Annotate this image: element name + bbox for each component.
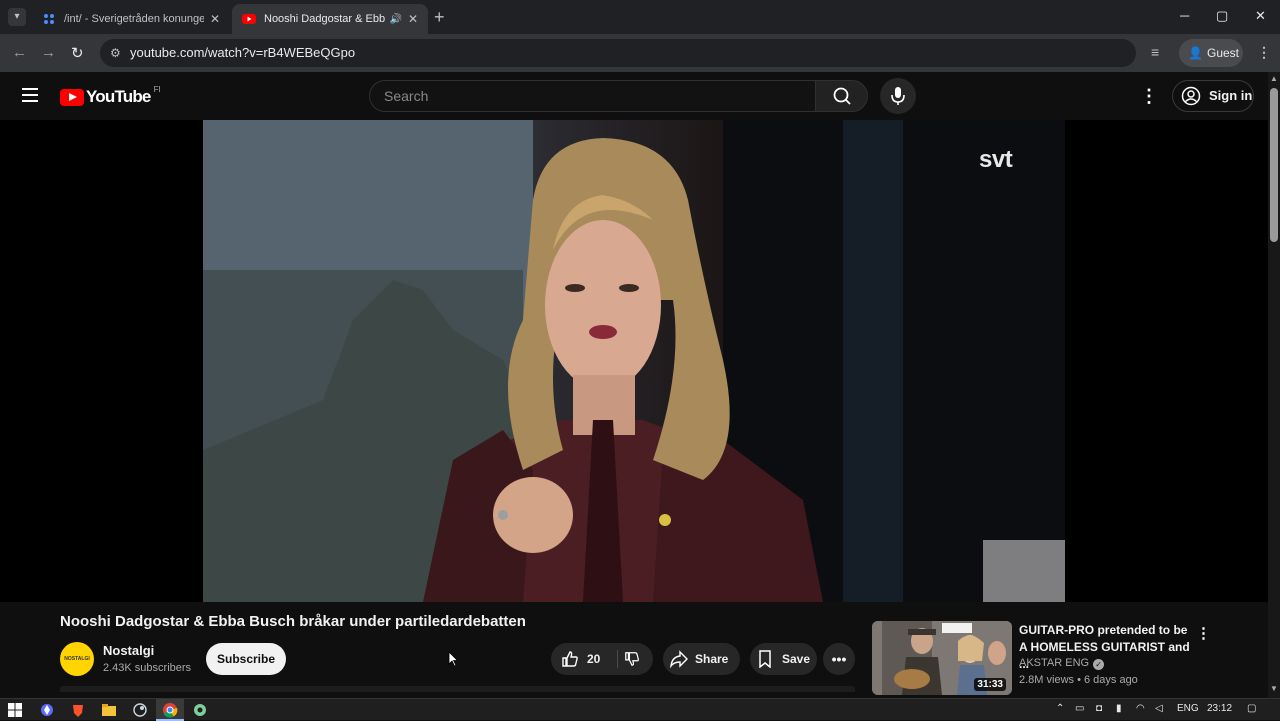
subscribe-button[interactable]: Subscribe [206,643,286,675]
microphone-icon [891,87,905,105]
search-button[interactable] [815,80,868,112]
microphone-tray-icon[interactable]: ▮ [1116,703,1122,714]
media-control-icon[interactable]: ≡ [1151,44,1159,60]
country-code: FI [153,84,161,94]
address-bar[interactable]: ⚙ youtube.com/watch?v=rB4WEBeQGpo [100,39,1136,67]
channel-name[interactable]: Nostalgi [103,643,154,658]
save-label: Save [782,652,811,666]
search-icon [833,87,851,105]
app-icon-2[interactable] [192,702,208,718]
sign-in-button[interactable]: Sign in [1172,80,1254,112]
new-tab-icon[interactable]: + [434,7,445,28]
like-button[interactable]: 20 [561,643,613,675]
language-indicator[interactable]: ENG [1177,703,1199,714]
volume-icon[interactable]: ◁ [1155,703,1163,714]
verified-check-icon: ✓ [1093,659,1105,670]
windows-start-icon[interactable] [7,702,23,718]
youtube-logo[interactable]: YouTube FI [60,84,161,107]
sign-in-label: Sign in [1209,88,1253,103]
windows-taskbar: ⌃ ▭ ◘ ▮ ◠ ◁ ENG 23:12 ▢ [0,698,1280,721]
profile-label: Guest [1207,46,1240,60]
chrome-taskbar-active[interactable] [156,699,184,721]
tab-title: Nooshi Dadgostar & Ebba [264,13,386,25]
search-placeholder: Search [384,88,429,104]
menu-icon[interactable] [22,88,38,102]
tab-close-icon[interactable]: ✕ [408,12,418,26]
file-explorer-icon[interactable] [101,702,117,718]
audio-playing-icon[interactable]: 🔊 [389,14,401,25]
settings-more-icon[interactable]: ⋮ [1140,86,1158,107]
brave-browser-icon[interactable] [70,702,86,718]
reload-icon[interactable]: ↻ [71,44,84,62]
site-info-icon[interactable]: ⚙ [110,39,121,67]
video-still-image [203,120,1065,602]
close-window-icon[interactable]: ✕ [1255,8,1266,24]
thumbs-down-icon[interactable] [623,651,641,667]
chrome-icon [163,703,178,718]
svt-watermark: svt [979,146,1013,173]
video-frame[interactable]: svt [203,120,1065,602]
url-text: youtube.com/watch?v=rB4WEBeQGpo [130,45,356,60]
browser-tab-bar: ▾ /int/ - Sverigetråden konungen ✕ Noosh… [0,0,1280,34]
video-duration: 31:33 [974,678,1006,691]
maximize-icon[interactable]: ▢ [1216,8,1228,24]
scroll-up-icon[interactable]: ▲ [1270,74,1278,83]
tab-title: /int/ - Sverigetråden konungen [64,13,204,25]
recommendation-thumbnail[interactable]: 31:33 [872,621,1012,695]
account-icon [1181,86,1201,106]
share-icon [670,650,688,668]
avatar-logo-text: NOSTALGI [64,656,90,662]
share-button[interactable]: Share [663,643,740,675]
recommendation-channel-name: AKSTAR ENG [1019,657,1090,669]
thumbs-up-icon [562,651,578,667]
tray-app-icon[interactable]: ◘ [1096,703,1102,714]
recommendation-channel[interactable]: AKSTAR ENG ✓ [1019,657,1105,670]
mouse-cursor-icon [448,651,459,667]
forward-icon[interactable]: → [41,44,56,61]
browser-tab-1[interactable]: /int/ - Sverigetråden konungen ✕ [32,4,230,34]
steam-icon[interactable] [132,702,148,718]
channel-avatar[interactable]: NOSTALGI [60,642,94,676]
tray-overflow-icon[interactable]: ⌃ [1056,703,1064,714]
network-icon[interactable]: ◠ [1136,703,1145,714]
recommendation-menu-icon[interactable]: ⋮ [1196,624,1211,642]
back-icon[interactable]: ← [12,44,27,61]
search-input[interactable]: Search [369,80,816,112]
more-horiz-icon: ••• [831,651,847,667]
app-icon-1[interactable] [39,702,55,718]
like-dislike-group: 20 [551,643,653,675]
like-divider [617,650,618,668]
share-label: Share [695,652,729,666]
scroll-thumb[interactable] [1270,88,1278,242]
scroll-down-icon[interactable]: ▼ [1270,684,1278,693]
browser-toolbar: ← → ↻ ⚙ youtube.com/watch?v=rB4WEBeQGpo … [0,34,1280,72]
bookmark-icon [759,650,771,668]
tab-close-icon[interactable]: ✕ [210,12,220,26]
profile-icon: 👤 [1188,46,1203,60]
clock[interactable]: 23:12 [1207,703,1232,714]
page-scrollbar[interactable]: ▲ ▼ [1268,72,1280,698]
video-title: Nooshi Dadgostar & Ebba Busch bråkar und… [60,613,526,630]
voice-search-button[interactable] [880,78,916,114]
video-player[interactable]: svt [0,120,1268,602]
profile-button[interactable]: 👤 Guest [1179,39,1243,67]
browser-menu-icon[interactable]: ⋮ [1257,44,1271,61]
logo-text: YouTube [86,87,151,106]
browser-tab-2[interactable]: Nooshi Dadgostar & Ebba 🔊 ✕ [232,4,428,34]
youtube-favicon-icon [242,14,256,24]
notification-icon[interactable]: ▢ [1247,703,1256,714]
description-box-edge [60,686,855,692]
recommendation-meta: 2.8M views • 6 days ago [1019,674,1138,686]
like-count: 20 [587,652,601,666]
tab-search-icon[interactable]: ▾ [8,8,26,26]
save-button[interactable]: Save [750,643,817,675]
more-actions-button[interactable]: ••• [823,643,855,675]
minimize-icon[interactable]: ─ [1180,8,1189,23]
battery-icon[interactable]: ▭ [1075,703,1084,714]
youtube-play-icon [60,88,84,106]
subscriber-count: 2.43K subscribers [103,662,192,674]
youtube-header: YouTube FI Search ⋮ Sign in [0,72,1268,120]
imageboard-favicon-icon [44,14,54,24]
